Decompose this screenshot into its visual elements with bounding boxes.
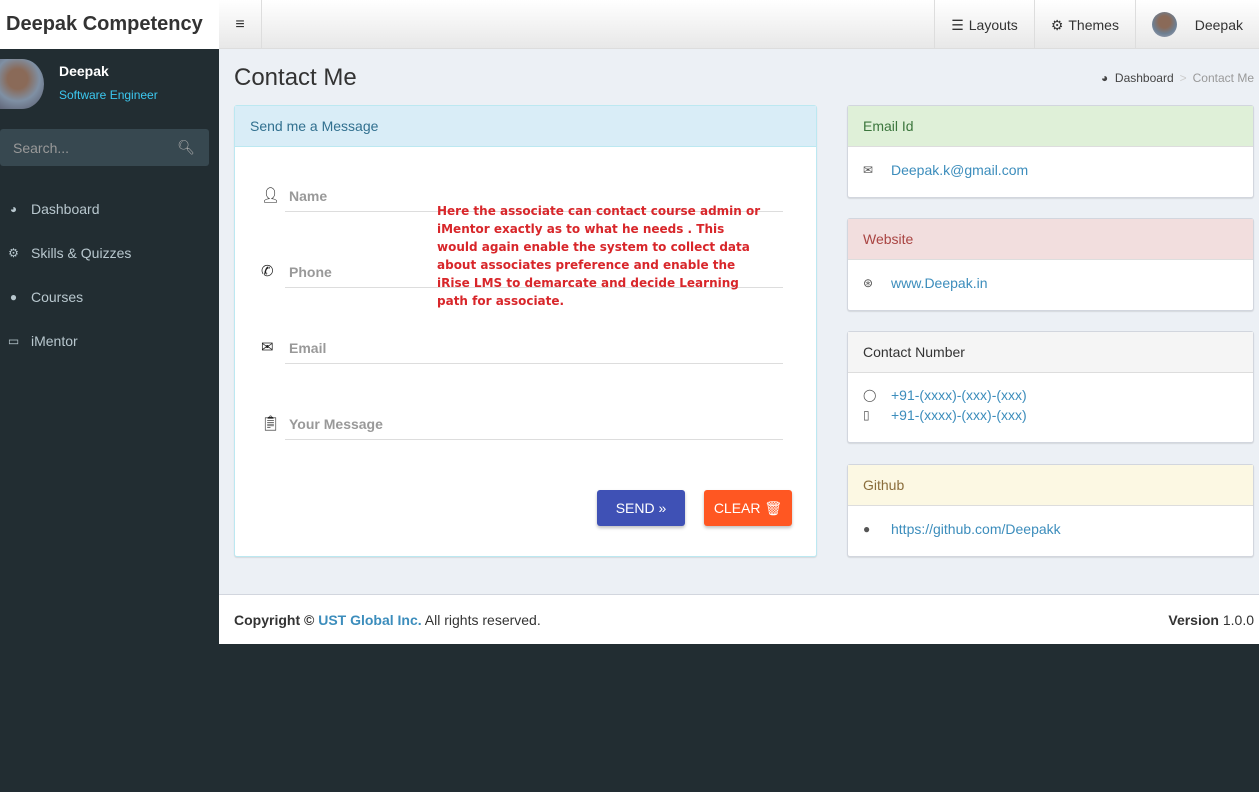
app-logo[interactable]: Deepak Competency xyxy=(0,0,219,49)
page-title: Contact Me xyxy=(234,64,357,91)
website-card: Website ⊛ www.Deepak.in xyxy=(847,218,1254,311)
user-icon: 👤︎ xyxy=(261,187,281,204)
dashboard-icon: ◕ xyxy=(1100,71,1109,85)
github-link[interactable]: https://github.com/Deepakk xyxy=(891,521,1061,537)
whatsapp-icon: ◯ xyxy=(863,388,877,402)
sidebar-item-label: iMentor xyxy=(31,333,78,349)
user-avatar xyxy=(0,59,44,109)
dribbble-icon: ⊛ xyxy=(863,276,874,290)
version-label: Version xyxy=(1168,612,1219,628)
sidebar-toggle-icon[interactable]: ≡ xyxy=(219,0,262,49)
layouts-menu[interactable]: ☰ Layouts xyxy=(934,0,1034,49)
contact-card: Contact Number ◯ +91-(xxxx)-(xxx)-(xxx) ▯… xyxy=(847,331,1254,443)
globe-icon: ● xyxy=(9,290,18,304)
sidebar-item-dashboard[interactable]: ◕ Dashboard xyxy=(0,187,219,231)
email-card: Email Id ✉ Deepak.k@gmail.com xyxy=(847,105,1254,198)
annotation-note: Here the associate can contact course ad… xyxy=(437,204,761,308)
breadcrumb-dashboard[interactable]: Dashboard xyxy=(1115,71,1174,85)
trash-icon: 🗑︎ xyxy=(764,500,783,516)
company-link[interactable]: UST Global Inc. xyxy=(318,612,421,628)
github-icon: ● xyxy=(863,522,871,536)
gears-icon: ⚙ xyxy=(1050,16,1064,33)
themes-menu[interactable]: ⚙ Themes xyxy=(1033,0,1135,49)
envelope-icon: ✉ xyxy=(261,339,274,356)
contact-card-title: Contact Number xyxy=(848,332,1253,373)
phone-icon: ✆ xyxy=(261,263,274,280)
breadcrumb: ◕ Dashboard > Contact Me xyxy=(1100,71,1254,85)
mobile-icon: ▯ xyxy=(863,408,870,422)
message-form: Send me a Message 👤︎ Name ✆ Phone ✉ Emai… xyxy=(234,105,817,557)
gears-icon: ⚙ xyxy=(8,246,19,260)
rights-text: All rights reserved. xyxy=(424,612,541,628)
mobile-number[interactable]: +91-(xxxx)-(xxx)-(xxx) xyxy=(891,407,1027,423)
sidebar-item-label: Dashboard xyxy=(31,201,100,217)
sidebar-item-label: Courses xyxy=(31,289,84,305)
github-card: Github ● https://github.com/Deepakk xyxy=(847,464,1254,557)
sidebar-item-skills[interactable]: ⚙ Skills & Quizzes xyxy=(0,231,219,275)
form-header: Send me a Message xyxy=(235,106,816,147)
layouts-label: Layouts xyxy=(968,16,1018,33)
user-label: Deepak xyxy=(1194,16,1243,33)
dashboard-icon: ◕ xyxy=(9,202,18,216)
sidebar: Deepak Software Engineer Search... 🔍︎ ◕ Da… xyxy=(0,49,219,792)
list-icon: ☰ xyxy=(951,16,964,33)
laptop-icon: ▭ xyxy=(7,334,20,348)
message-input[interactable]: Your Message xyxy=(285,410,783,440)
website-card-title: Website xyxy=(848,219,1253,260)
sidebar-user-name: Deepak xyxy=(59,63,109,79)
sidebar-user-role: Software Engineer xyxy=(59,88,158,102)
themes-label: Themes xyxy=(1068,16,1119,33)
version-value: 1.0.0 xyxy=(1222,612,1254,628)
email-card-title: Email Id xyxy=(848,106,1253,147)
whatsapp-number[interactable]: +91-(xxxx)-(xxx)-(xxx) xyxy=(891,387,1027,403)
avatar xyxy=(1151,12,1177,37)
clear-label: CLEAR xyxy=(713,500,761,516)
clipboard-icon: 📋︎ xyxy=(261,415,281,432)
email-input[interactable]: Email xyxy=(285,334,783,364)
main-content: Contact Me ◕ Dashboard > Contact Me Send m… xyxy=(219,49,1259,594)
search-placeholder: Search... xyxy=(13,140,70,156)
search-input[interactable]: Search... 🔍︎ xyxy=(0,129,209,166)
user-menu[interactable]: Deepak xyxy=(1134,0,1259,49)
breadcrumb-current: Contact Me xyxy=(1192,71,1254,85)
clear-button[interactable]: CLEAR 🗑︎ xyxy=(704,490,792,526)
website-link[interactable]: www.Deepak.in xyxy=(891,275,988,291)
footer: Copyright © UST Global Inc. All rights r… xyxy=(219,594,1259,644)
send-button[interactable]: SEND » xyxy=(597,490,685,526)
sidebar-item-label: Skills & Quizzes xyxy=(31,245,132,261)
top-navbar: ≡ ☰ Layouts ⚙ Themes Deepak xyxy=(219,0,1259,49)
sidebar-item-imentor[interactable]: ▭ iMentor xyxy=(0,319,219,363)
search-icon[interactable]: 🔍︎ xyxy=(177,139,195,156)
envelope-icon: ✉ xyxy=(863,163,874,177)
sidebar-item-courses[interactable]: ● Courses xyxy=(0,275,219,319)
email-link[interactable]: Deepak.k@gmail.com xyxy=(891,162,1028,178)
copyright-label: Copyright © xyxy=(234,612,315,628)
github-card-title: Github xyxy=(848,465,1253,506)
